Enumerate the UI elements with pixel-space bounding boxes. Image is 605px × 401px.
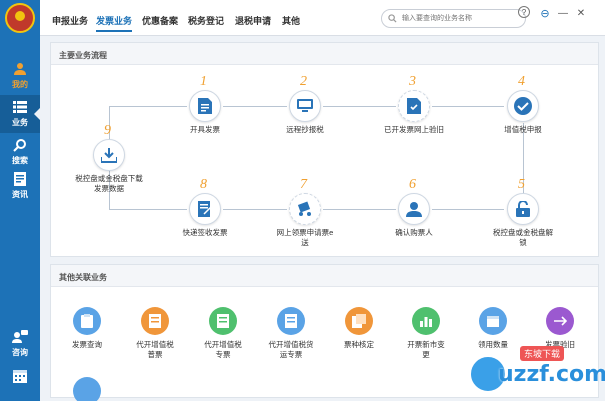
step-label: 确认购票人 <box>395 228 433 237</box>
sidebar-item-news[interactable]: 资讯 <box>0 167 40 205</box>
search-box <box>381 9 526 28</box>
delivery-icon <box>289 193 321 225</box>
section-title: 主要业务流程 <box>51 43 598 65</box>
search-icon <box>12 138 28 152</box>
sidebar-item-calendar[interactable] <box>0 358 40 396</box>
related-item-label: 开票新市变更 <box>407 340 445 359</box>
step-label: 增值税申报 <box>504 125 542 134</box>
step-number: 6 <box>409 177 416 192</box>
split-icon <box>546 307 574 335</box>
document-icon <box>12 172 28 186</box>
step-label: 已开发票网上验旧 <box>384 125 444 134</box>
flow-connector <box>432 106 504 107</box>
step-number: 3 <box>409 74 416 89</box>
step-label: 网上领票申请票e送 <box>276 228 334 247</box>
sidebar-label: 我的 <box>12 80 28 89</box>
sidebar-item-search[interactable]: 搜索 <box>0 133 40 171</box>
step-label: 远程抄报税 <box>286 125 324 134</box>
flow-connector <box>109 209 187 210</box>
related-item-agent-normal-vat[interactable]: 代开增值税普票 <box>117 307 193 360</box>
sign-form-icon <box>189 193 221 225</box>
sidebar-label: 业务 <box>12 118 28 127</box>
verify-document-icon <box>398 90 430 122</box>
site-watermark: 东坡下载 uzzf.com <box>468 344 605 396</box>
step-label: 快递签收发票 <box>182 228 228 237</box>
calendar-icon <box>12 369 28 383</box>
skin-button[interactable]: ⊖ <box>538 6 552 20</box>
clipboard-icon <box>73 307 101 335</box>
related-item-label: 代开增值税专票 <box>204 340 242 359</box>
calendar-icon <box>479 307 507 335</box>
list-icon <box>12 100 28 114</box>
related-item-label: 票种核定 <box>344 340 374 349</box>
user-icon <box>12 62 28 76</box>
monitor-icon <box>289 90 321 122</box>
tab-refund[interactable]: 退税申请 <box>235 14 271 27</box>
tab-declaration[interactable]: 申报业务 <box>52 14 88 27</box>
top-bar: 申报业务 发票业务 优惠备案 税务登记 退税申请 其他 ? ⊖ — ✕ <box>40 0 605 36</box>
step-number: 5 <box>518 177 525 192</box>
tab-invoice[interactable]: 发票业务 <box>96 14 133 32</box>
tab-other[interactable]: 其他 <box>282 14 300 27</box>
step-label: 税控盘或金税盘解锁 <box>493 228 553 247</box>
step-number: 8 <box>200 177 207 192</box>
help-button[interactable]: ? <box>518 6 530 18</box>
sidebar: 我的 业务 搜索 资讯 咨询 <box>0 0 40 401</box>
step-number: 2 <box>300 74 307 89</box>
more-icon <box>73 377 101 401</box>
related-item-change[interactable]: 开票新市变更 <box>388 307 464 360</box>
sidebar-item-mine[interactable]: 我的 <box>0 57 40 95</box>
tab-preferential[interactable]: 优惠备案 <box>142 14 178 27</box>
unlock-icon <box>507 193 539 225</box>
main-flow-panel: 主要业务流程 1 开具发票 2 远程抄报税 3 已开发票网上验旧 4 增值税申报… <box>50 42 599 257</box>
flow-connector <box>323 209 396 210</box>
flow-connector <box>432 209 504 210</box>
receipt-icon <box>277 307 305 335</box>
step-label: 税控盘或金税盘下载发票数据 <box>75 174 143 193</box>
step-number: 1 <box>200 74 207 89</box>
flow-connector <box>223 209 287 210</box>
flow-connector <box>109 106 187 107</box>
related-item-label: 代开增值税普票 <box>136 340 174 359</box>
app-logo <box>5 3 35 33</box>
receipt-icon <box>141 307 169 335</box>
invoice-icon <box>189 90 221 122</box>
stack-icon <box>345 307 373 335</box>
related-item-agent-special-vat[interactable]: 代开增值税专票 <box>185 307 261 360</box>
flow-connector <box>323 106 396 107</box>
related-item-label: 发票查询 <box>72 340 102 349</box>
chat-icon <box>12 330 28 344</box>
related-item-label: 代开增值税货运专票 <box>268 340 314 359</box>
step-number: 7 <box>300 177 307 192</box>
sidebar-label: 搜索 <box>12 156 28 165</box>
download-tray-icon <box>93 139 125 171</box>
receipt-icon <box>209 307 237 335</box>
tab-registration[interactable]: 税务登记 <box>188 14 224 27</box>
section-title: 其他关联业务 <box>51 265 598 287</box>
flow-connector <box>223 106 287 107</box>
sidebar-label: 资讯 <box>12 190 28 199</box>
step-label: 开具发票 <box>190 125 220 134</box>
related-item-invoice-query[interactable]: 发票查询 <box>49 307 125 350</box>
related-item-ticket-approval[interactable]: 票种核定 <box>321 307 397 350</box>
minimize-button[interactable]: — <box>556 6 570 20</box>
sidebar-item-business[interactable]: 业务 <box>0 95 40 133</box>
watermark-text: uzzf.com <box>498 362 605 387</box>
related-item-more[interactable] <box>49 377 125 401</box>
watermark-badge: 东坡下载 <box>520 346 565 361</box>
person-icon <box>398 193 430 225</box>
search-icon <box>388 14 397 23</box>
checkmark-icon <box>507 90 539 122</box>
related-item-agent-freight-vat[interactable]: 代开增值税货运专票 <box>253 307 329 360</box>
close-button[interactable]: ✕ <box>574 6 588 20</box>
sidebar-label: 咨询 <box>12 348 28 357</box>
search-input[interactable] <box>402 12 520 25</box>
step-number: 9 <box>104 123 111 138</box>
step-number: 4 <box>518 74 525 89</box>
bar-chart-icon <box>412 307 440 335</box>
